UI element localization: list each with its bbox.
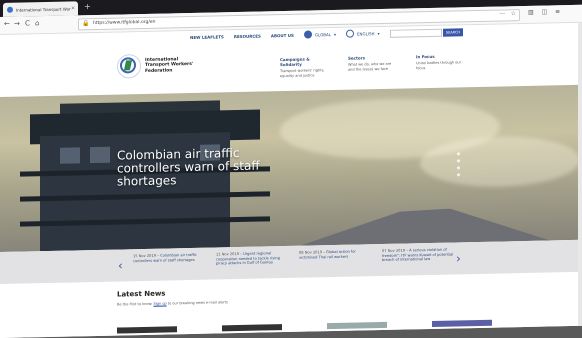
page-content: NEW LEAFLETS RESOURCES ABOUT US GLOBAL ▾…	[0, 22, 582, 338]
region-selector[interactable]: GLOBAL ▾	[303, 30, 336, 39]
mega-menu-columns: Campaigns & Solidarity Transport workers…	[280, 53, 464, 78]
next-arrow-icon[interactable]: ›	[456, 251, 461, 265]
region-label: GLOBAL	[314, 31, 331, 37]
latest-news-heading: Latest News	[117, 289, 166, 299]
language-icon	[345, 29, 354, 38]
scrollbar[interactable]	[578, 22, 582, 326]
hero-banner[interactable]: Colombian air traffic controllers warn o…	[0, 84, 582, 252]
news-card[interactable]	[327, 321, 387, 330]
carousel-dot[interactable]	[457, 173, 460, 177]
back-button[interactable]: ←	[4, 20, 10, 28]
site-logo[interactable]: International Transport Workers' Federat…	[117, 53, 193, 79]
reload-button[interactable]: C	[25, 19, 30, 27]
signup-link[interactable]: Sign up	[153, 302, 166, 306]
nav-link-leaflets[interactable]: NEW LEAFLETS	[190, 34, 224, 40]
language-label: ENGLISH	[356, 30, 375, 37]
hero-headline[interactable]: Colombian air traffic controllers warn o…	[117, 146, 287, 189]
carousel-dot[interactable]	[457, 166, 460, 170]
menu-column-sectors[interactable]: Sectors What we do, who we are and the i…	[348, 55, 396, 77]
column-description: Transport workers' rights, equality and …	[280, 68, 325, 78]
carousel-dot[interactable]	[457, 152, 460, 156]
tab-title: International Transport Work...	[16, 6, 71, 13]
site-top-nav: NEW LEAFLETS RESOURCES ABOUT US GLOBAL ▾…	[190, 29, 380, 41]
column-heading[interactable]: Sectors	[348, 55, 396, 60]
carousel-dot[interactable]	[457, 159, 460, 163]
logo-text: International Transport Workers' Federat…	[145, 57, 194, 74]
chevron-down-icon: ▾	[333, 31, 336, 37]
search-input[interactable]	[390, 28, 442, 38]
news-card[interactable]	[432, 319, 492, 327]
chevron-down-icon: ▾	[377, 30, 380, 36]
page-actions-icon[interactable]: ···	[499, 10, 505, 17]
nav-link-resources[interactable]: RESOURCES	[234, 33, 261, 39]
search-button[interactable]: SEARCH	[443, 28, 463, 37]
new-tab-button[interactable]: +	[84, 2, 91, 11]
column-description: What we do, who we are and the issues we…	[348, 61, 392, 72]
news-list: 15 Nov 2019 – Colombian air traffic cont…	[133, 247, 457, 267]
news-item[interactable]: 07 Nov 2019 – A serious violation of fre…	[382, 247, 457, 262]
column-description: Union battles through our focus	[416, 60, 462, 70]
favicon-icon	[7, 6, 13, 13]
news-cards	[117, 319, 492, 334]
news-card[interactable]	[222, 324, 282, 332]
home-button[interactable]: ⌂	[35, 19, 39, 27]
url-text[interactable]: https://www.itfglobal.org/en	[93, 20, 155, 26]
news-item[interactable]: 11 Nov 2019 – Urgent regional cooperatio…	[216, 251, 291, 266]
forward-button[interactable]: →	[14, 20, 20, 28]
close-tab-icon[interactable]: ×	[71, 5, 75, 11]
carousel-indicators[interactable]	[457, 152, 460, 177]
news-item[interactable]: 15 Nov 2019 – Colombian air traffic cont…	[133, 253, 208, 268]
toolbar-icons[interactable]: ▥ ◫ ≡	[528, 8, 563, 16]
column-heading[interactable]: In Focus	[416, 53, 464, 59]
news-card[interactable]	[117, 326, 177, 334]
column-heading[interactable]: Campaigns & Solidarity	[280, 56, 328, 68]
prev-arrow-icon[interactable]: ‹	[118, 258, 123, 272]
nav-link-about[interactable]: ABOUT US	[271, 32, 294, 37]
latest-news-subtext: Be the first to know: Sign up to our bre…	[117, 300, 228, 307]
itf-logo-icon	[117, 54, 141, 79]
browser-window: International Transport Work... × + — □ …	[0, 0, 582, 338]
lock-icon: 🔒	[82, 20, 90, 28]
menu-column-campaigns[interactable]: Campaigns & Solidarity Transport workers…	[280, 56, 328, 78]
mountain-graphic	[300, 200, 550, 245]
menu-column-focus[interactable]: In Focus Union battles through our focus	[416, 53, 464, 75]
language-selector[interactable]: ENGLISH ▾	[345, 29, 380, 38]
bookmark-star-icon[interactable]: ☆	[511, 10, 516, 17]
news-item[interactable]: 08 Nov 2019 – Global action for victimis…	[299, 249, 374, 264]
globe-icon	[303, 30, 312, 39]
